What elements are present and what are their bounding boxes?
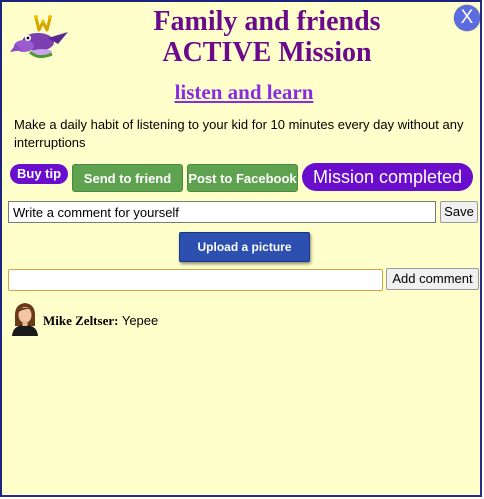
mission-panel: Family and friends ACTIVE Mission X list…: [0, 0, 482, 497]
upload-picture-button[interactable]: Upload a picture: [179, 232, 310, 262]
comment-author: Mike Zeltser:: [43, 313, 119, 328]
title-line-2: ACTIVE Mission: [162, 37, 372, 68]
comment-input[interactable]: [8, 269, 383, 291]
buy-tip-button[interactable]: Buy tip: [10, 164, 69, 184]
mission-completed-button[interactable]: Mission completed: [302, 163, 473, 191]
page-title: Family and friends ACTIVE Mission: [102, 6, 432, 68]
title-line-1: Family and friends: [153, 6, 381, 37]
family-logo-icon: [8, 8, 72, 60]
mission-description: Make a daily habit of listening to your …: [14, 117, 464, 150]
add-comment-button[interactable]: Add comment: [386, 268, 479, 290]
mission-name-link[interactable]: listen and learn: [175, 80, 314, 104]
post-to-facebook-button[interactable]: Post to Facebook: [187, 164, 298, 192]
mission-name-container: listen and learn: [2, 80, 484, 105]
self-comment-input[interactable]: [8, 201, 436, 223]
comment-text: Mike Zeltser: Yepee: [43, 313, 158, 329]
save-button[interactable]: Save: [440, 201, 478, 223]
close-icon: X: [460, 7, 474, 28]
user-avatar-icon: [10, 300, 40, 336]
send-to-friend-button[interactable]: Send to friend: [72, 164, 183, 192]
close-button[interactable]: X: [454, 5, 480, 31]
comment-body: Yepee: [121, 313, 159, 328]
